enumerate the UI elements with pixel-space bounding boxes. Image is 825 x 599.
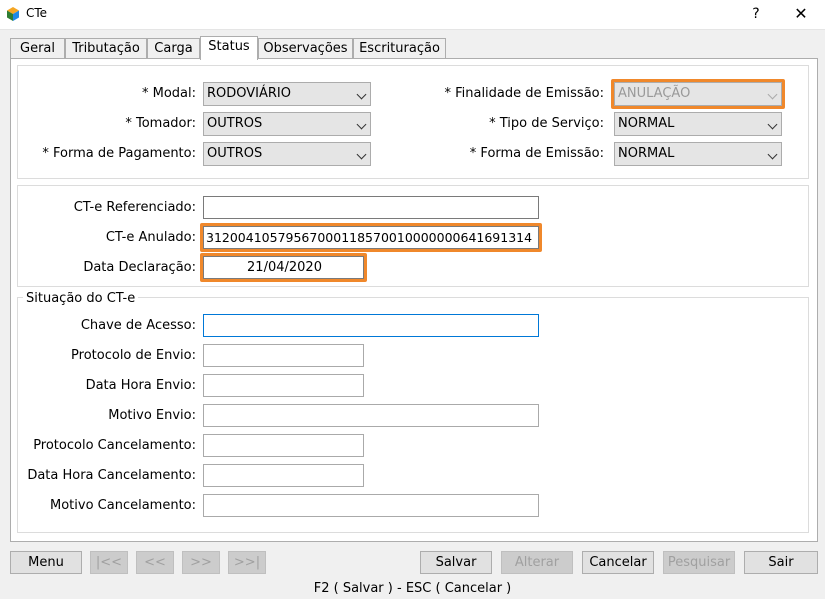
reference-group: CT-e Referenciado: CT-e Anulado: 3120041…: [17, 185, 809, 287]
tab-geral[interactable]: Geral: [10, 38, 65, 59]
forma-pagamento-select[interactable]: OUTROS: [203, 142, 371, 166]
chave-acesso-input[interactable]: [203, 314, 539, 337]
chave-acesso-label: Chave de Acesso:: [80, 318, 196, 333]
tipo-servico-select[interactable]: NORMAL: [614, 112, 782, 136]
modal-value: RODOVIÁRIO: [207, 86, 291, 101]
data-hora-cancelamento-label: Data Hora Cancelamento:: [27, 468, 196, 483]
next-record-button[interactable]: >>: [182, 551, 220, 574]
data-hora-envio-input[interactable]: [203, 374, 364, 397]
finalidade-select[interactable]: ANULAÇÃO: [614, 82, 782, 106]
modal-select[interactable]: RODOVIÁRIO: [203, 82, 371, 106]
cte-anulado-label: CT-e Anulado:: [105, 230, 196, 245]
chevron-down-icon: [356, 119, 367, 130]
alterar-button[interactable]: Alterar: [501, 551, 573, 574]
finalidade-value: ANULAÇÃO: [618, 86, 691, 101]
last-record-button[interactable]: >>|: [228, 551, 266, 574]
motivo-envio-input[interactable]: [203, 404, 539, 427]
modal-label: * Modal:: [141, 86, 196, 101]
motivo-cancelamento-input[interactable]: [203, 494, 539, 517]
data-declaracao-label: Data Declaração:: [83, 260, 196, 275]
menu-button[interactable]: Menu: [10, 551, 82, 574]
emission-group: * Modal: RODOVIÁRIO * Tomador: OUTROS * …: [17, 65, 809, 179]
chevron-down-icon: [767, 119, 778, 130]
forma-pagamento-label: * Forma de Pagamento:: [42, 146, 196, 161]
close-button[interactable]: ✕: [784, 0, 818, 28]
chevron-down-icon: [356, 89, 367, 100]
situacao-legend: Situação do CT-e: [23, 291, 139, 306]
motivo-cancelamento-label: Motivo Cancelamento:: [50, 498, 196, 513]
tab-escrituracao[interactable]: Escrituração: [353, 38, 446, 59]
help-button[interactable]: ?: [740, 0, 772, 28]
chevron-down-icon: [356, 149, 367, 160]
pesquisar-button[interactable]: Pesquisar: [663, 551, 735, 574]
cancelar-button[interactable]: Cancelar: [582, 551, 654, 574]
title-bar: CTe ? ✕: [0, 0, 825, 30]
protocolo-envio-label: Protocolo de Envio:: [71, 348, 196, 363]
protocolo-cancelamento-input[interactable]: [203, 434, 364, 457]
previous-record-button[interactable]: <<: [136, 551, 174, 574]
first-record-button[interactable]: |<<: [90, 551, 128, 574]
tab-tributacao[interactable]: Tributação: [65, 38, 147, 59]
tomador-label: * Tomador:: [125, 116, 196, 131]
motivo-envio-label: Motivo Envio:: [108, 408, 196, 423]
tipo-servico-label: * Tipo de Serviço:: [489, 116, 604, 131]
tipo-servico-value: NORMAL: [618, 116, 675, 131]
situacao-group: Chave de Acesso: Protocolo de Envio: Dat…: [17, 297, 809, 533]
cte-anulado-input[interactable]: 3120041057956700011857001000000064169131…: [203, 226, 539, 249]
protocolo-cancelamento-label: Protocolo Cancelamento:: [33, 438, 196, 453]
cte-referenciado-label: CT-e Referenciado:: [73, 200, 196, 215]
sair-button[interactable]: Sair: [744, 551, 818, 574]
chevron-down-icon: [767, 89, 778, 100]
cte-referenciado-input[interactable]: [203, 196, 539, 219]
data-hora-envio-label: Data Hora Envio:: [85, 378, 196, 393]
tab-observacoes[interactable]: Observações: [258, 38, 353, 59]
window-title: CTe: [26, 6, 48, 20]
forma-emissao-label: * Forma de Emissão:: [469, 146, 604, 161]
app-logo-icon: [7, 7, 19, 21]
tab-status[interactable]: Status: [200, 36, 258, 60]
data-declaracao-input[interactable]: 21/04/2020: [203, 256, 364, 279]
finalidade-label: * Finalidade de Emissão:: [444, 86, 604, 101]
protocolo-envio-input[interactable]: [203, 344, 364, 367]
tab-carga[interactable]: Carga: [147, 38, 200, 59]
forma-emissao-select[interactable]: NORMAL: [614, 142, 782, 166]
data-hora-cancelamento-input[interactable]: [203, 464, 364, 487]
forma-emissao-value: NORMAL: [618, 146, 675, 161]
status-tab-panel: * Modal: RODOVIÁRIO * Tomador: OUTROS * …: [10, 58, 818, 542]
chevron-down-icon: [767, 149, 778, 160]
forma-pagamento-value: OUTROS: [207, 146, 263, 161]
salvar-button[interactable]: Salvar: [420, 551, 492, 574]
tomador-value: OUTROS: [207, 116, 263, 131]
shortcut-hint-bar: F2 ( Salvar ) - ESC ( Cancelar ): [313, 581, 512, 596]
tomador-select[interactable]: OUTROS: [203, 112, 371, 136]
